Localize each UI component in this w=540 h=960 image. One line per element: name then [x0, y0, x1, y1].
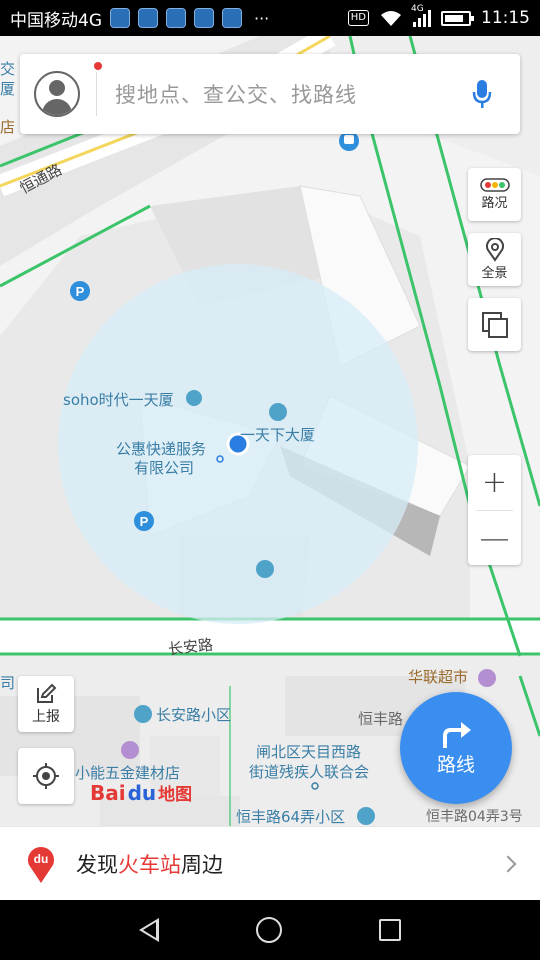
search-divider [96, 72, 97, 116]
layers-button[interactable] [468, 298, 521, 351]
traffic-label: 路况 [481, 196, 508, 211]
poi-soho[interactable]: soho时代一天厦 [63, 391, 174, 409]
zoom-out-button[interactable]: — [468, 511, 521, 566]
edge-label-sha: 厦 [0, 80, 16, 98]
shield-notification-icon [166, 8, 186, 28]
poi-hengfeng64[interactable]: 恒丰路64弄小区 [236, 808, 345, 826]
search-bar[interactable]: 搜地点、查公交、找路线 [20, 54, 520, 134]
edge-label-si: 司 [0, 674, 16, 692]
location-pin-icon [485, 238, 504, 262]
crosshair-icon [33, 763, 59, 789]
svg-text:P: P [76, 284, 85, 299]
carrier-label: 中国移动4G [10, 10, 102, 31]
traffic-button[interactable]: 路况 [468, 168, 521, 221]
edit-icon [37, 683, 57, 703]
poi-zhabei-line1[interactable]: 闸北区天目西路 [256, 743, 361, 761]
poi-zhabei-line2[interactable]: 街道残疾人联合会 [249, 763, 369, 781]
system-nav-bar [0, 900, 540, 960]
baidu-map-logo: Bai du 地图 [90, 780, 193, 806]
clock: 11:15 [481, 8, 530, 28]
discover-text: 发现火车站周边 [76, 852, 223, 877]
road-label-hengfeng: 恒丰路 [358, 710, 404, 728]
back-icon[interactable] [138, 918, 159, 942]
status-bar: 中国移动4G ··· HD 4G 11:15 [0, 0, 540, 36]
report-label: 上报 [32, 709, 60, 725]
edge-label-jiao: 交 [0, 60, 16, 78]
zoom-controls: + — [468, 455, 521, 565]
poi-hengfeng04: 恒丰路04弄3号 [426, 809, 523, 825]
notification-icons: ··· [110, 8, 269, 28]
recent-apps-icon[interactable] [379, 919, 402, 941]
hd-icon: HD [347, 10, 369, 26]
microphone-icon[interactable] [472, 78, 492, 110]
battery-icon [441, 10, 474, 26]
poi-tianxia[interactable]: 一天下大厦 [240, 426, 315, 444]
discover-highlight: 火车站 [118, 852, 181, 877]
poi-hualian[interactable]: 华联超市 [408, 668, 468, 686]
poi-changan-xiaoqu[interactable]: 长安路小区 [156, 706, 231, 724]
notification-dot [94, 62, 102, 70]
traffic-light-icon [479, 178, 510, 192]
chevron-right-icon [499, 855, 517, 872]
shield-check-notification-icon [194, 8, 214, 28]
panorama-label: 全景 [481, 266, 508, 281]
discover-banner[interactable]: du 发现火车站周边 [0, 826, 540, 900]
poi-gonghui-line2[interactable]: 有限公司 [134, 459, 194, 477]
app-notification-icon [138, 8, 158, 28]
more-notifications-icon: ··· [254, 8, 270, 28]
user-icon [49, 80, 65, 96]
locate-button[interactable] [18, 748, 74, 804]
app-notification-icon [110, 8, 130, 28]
svg-text:P: P [140, 514, 149, 529]
route-button[interactable]: 路线 [400, 692, 512, 804]
wifi-icon [381, 11, 401, 26]
report-button[interactable]: 上报 [18, 676, 74, 732]
signal-icon: 4G [411, 4, 431, 27]
avatar[interactable] [34, 71, 80, 117]
svg-text:du: du [34, 852, 49, 866]
baidu-du-pin-icon: du [28, 846, 54, 883]
edge-label-dian: 店 [0, 118, 16, 136]
layers-icon [481, 311, 508, 338]
app-notification-icon [222, 8, 242, 28]
search-input[interactable]: 搜地点、查公交、找路线 [115, 79, 472, 109]
zoom-in-button[interactable]: + [468, 455, 521, 510]
poi-gonghui-line1[interactable]: 公惠快递服务 [116, 440, 206, 458]
baidu-paw-icon: du [127, 780, 157, 805]
panorama-button[interactable]: 全景 [468, 233, 521, 286]
turn-right-arrow-icon [443, 721, 471, 748]
home-icon[interactable] [255, 917, 282, 943]
route-label: 路线 [436, 753, 475, 776]
